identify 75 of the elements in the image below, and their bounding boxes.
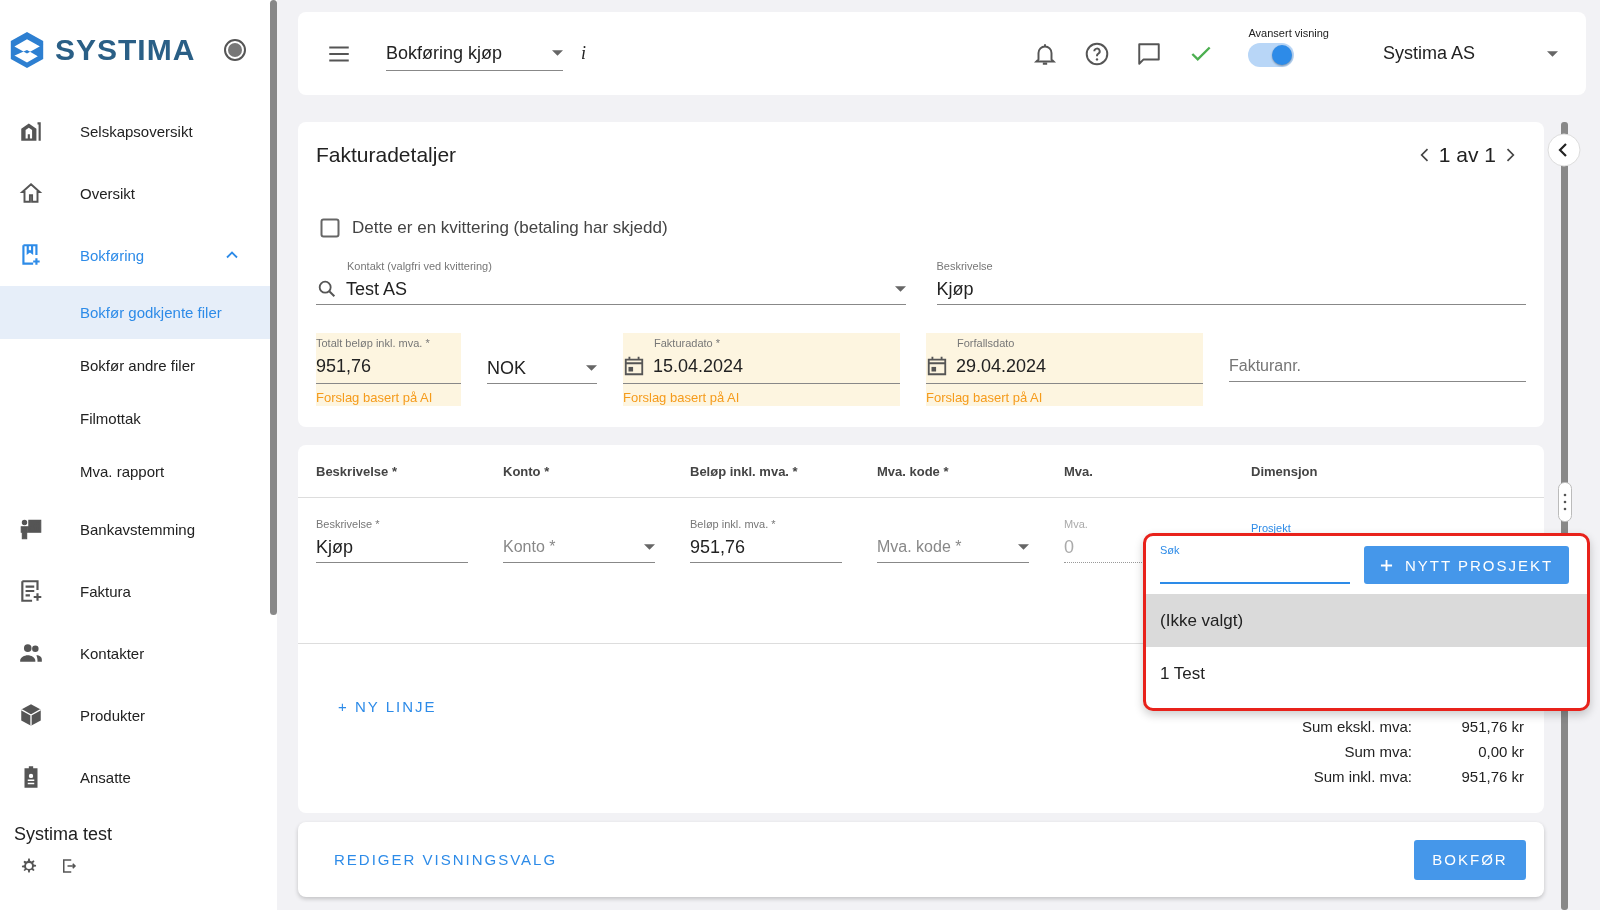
- caret-icon: [894, 286, 906, 292]
- checkbox-label: Dette er en kvittering (betaling har skjedd): [352, 218, 668, 238]
- sidebar-item[interactable]: Bokføring: [0, 224, 270, 286]
- sidebar-subitem[interactable]: Bokfør andre filer: [0, 339, 270, 392]
- info-text[interactable]: i: [581, 43, 586, 64]
- view-select[interactable]: Bokføring kjøp: [386, 42, 563, 71]
- invoice-icon: [18, 578, 44, 604]
- scrollbar[interactable]: [270, 0, 277, 615]
- date-field[interactable]: Forfallsdato 29.04.2024: [926, 337, 1203, 384]
- new-line-button[interactable]: + NY LINJE: [334, 690, 441, 722]
- contact-field[interactable]: Kontakt (valgfri ved kvittering) Test AS: [316, 260, 906, 305]
- hint-text: Forslag basert på AI: [316, 390, 434, 405]
- calendar-icon: [623, 355, 645, 377]
- sidebar-item[interactable]: Oversikt: [0, 162, 270, 224]
- caret-icon: [1018, 544, 1029, 550]
- edit-view-button[interactable]: REDIGER VISNINGSVALG: [330, 842, 562, 877]
- column-header: Dimensjon: [1251, 463, 1319, 479]
- sum-label: Sum mva:: [1343, 743, 1412, 760]
- dropdown-option[interactable]: 1 Test: [1146, 647, 1587, 700]
- box-icon: [18, 702, 44, 728]
- logo-text: SYSTIMA: [55, 33, 196, 67]
- card-title: Fakturadetaljer: [316, 143, 457, 167]
- sum-value: 0,00 kr: [1477, 743, 1524, 760]
- home-icon: [18, 180, 44, 206]
- sum-value: 951,76 kr: [1460, 718, 1524, 735]
- toggle-label: Avansert visning: [1248, 26, 1329, 39]
- caret-icon: [586, 365, 597, 371]
- caret-icon: [644, 544, 655, 550]
- settings-icon[interactable]: [20, 857, 38, 875]
- sidebar-item[interactable]: Bankavstemming: [0, 498, 270, 560]
- invoice-number-field[interactable]: Fakturanr.: [1229, 351, 1526, 382]
- sidebar-subitem[interactable]: Mva. rapport: [0, 445, 270, 498]
- column-header: Mva.: [1064, 463, 1094, 479]
- line-select[interactable]: Mva. kode *: [877, 518, 1029, 563]
- column-header: Beskrivelse *: [316, 463, 398, 479]
- sidebar-item[interactable]: Selskapsoversikt: [0, 100, 270, 162]
- company-select[interactable]: Systima AS: [1383, 43, 1558, 64]
- line-text-field[interactable]: Beløp inkl. mva. * 951,76: [690, 518, 842, 563]
- column-header: Beløp inkl. mva. *: [690, 463, 799, 479]
- help-icon[interactable]: [1084, 40, 1111, 67]
- hint-text: Forslag basert på AI: [623, 390, 741, 405]
- toggle-switch[interactable]: [1248, 42, 1295, 67]
- date-field[interactable]: Fakturadato * 15.04.2024: [623, 337, 900, 384]
- line-text-field[interactable]: Beskrivelse * Kjøp: [316, 518, 468, 563]
- amount-field[interactable]: Totalt beløp inkl. mva. * 951,76: [316, 337, 461, 384]
- hint-text: Forslag basert på AI: [926, 390, 1044, 405]
- sum-label: Sum ekskl. mva:: [1300, 718, 1412, 735]
- status-icon[interactable]: [223, 38, 247, 62]
- field-label: Søk: [1160, 544, 1181, 556]
- dropdown-option[interactable]: (Ikke valgt): [1146, 594, 1587, 647]
- chat-icon[interactable]: [1136, 40, 1163, 67]
- sidebar-item[interactable]: Produkter: [0, 684, 270, 746]
- logout-icon[interactable]: [60, 857, 78, 875]
- company-name: Systima test: [14, 824, 114, 845]
- sidebar-item[interactable]: Ansatte: [0, 746, 270, 808]
- column-header: Konto *: [503, 463, 551, 479]
- caret-icon: [552, 50, 563, 56]
- caret-icon: [1547, 50, 1558, 57]
- sidebar-subitem[interactable]: Filmottak: [0, 392, 270, 445]
- drag-handle-icon[interactable]: [1558, 482, 1572, 522]
- sidebar-item[interactable]: Faktura: [0, 560, 270, 622]
- calendar-icon: [926, 355, 948, 377]
- plus-icon: [1379, 558, 1393, 572]
- collapse-button[interactable]: [1547, 133, 1581, 167]
- column-header: Mva. kode *: [877, 463, 950, 479]
- line-select[interactable]: Konto *: [503, 518, 655, 563]
- description-field[interactable]: Beskrivelse Kjøp: [936, 260, 1526, 305]
- search-icon: [316, 278, 338, 300]
- sum-label: Sum inkl. mva:: [1312, 768, 1412, 785]
- sum-value: 951,76 kr: [1460, 768, 1524, 785]
- sidebar-item[interactable]: Kontakter: [0, 622, 270, 684]
- project-label: Prosjekt: [1251, 522, 1291, 534]
- checkbox[interactable]: [320, 218, 340, 238]
- currency-select[interactable]: NOK: [487, 353, 597, 384]
- pager-text: 1 av 1: [1438, 143, 1496, 167]
